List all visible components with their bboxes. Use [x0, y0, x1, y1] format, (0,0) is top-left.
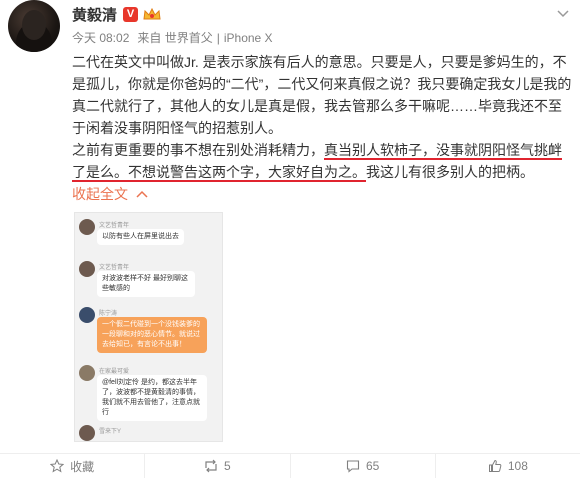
repost-count: 5 [224, 459, 231, 473]
chat-name: 文艺哲青年 [99, 223, 130, 229]
screenshot-image[interactable]: 文艺哲青年 以防有些人在屏里说出去 文艺哲青年 对波波老样不好 最好别聊这些敏感… [74, 212, 223, 442]
post-device: iPhone X [223, 30, 273, 45]
post-meta: 今天 08:02 来自 世界首父 | iPhone X [72, 29, 273, 46]
action-bar: 收藏 5 65 108 [0, 453, 580, 478]
avatar[interactable] [8, 0, 60, 52]
comment-button[interactable]: 65 [289, 454, 435, 478]
post-text: 二代在英文中叫做Jr. 是表示家族有后人的意思。只要是人，只要是爹妈生的，不是孤… [72, 51, 572, 205]
crown-icon [142, 7, 162, 21]
repost-icon [205, 459, 217, 473]
chat-avatar [79, 219, 95, 235]
chat-name: 文艺哲青年 [99, 265, 130, 271]
paragraph-2-end: 我这儿有很多别人的把柄。 [366, 164, 534, 180]
chat-avatar [79, 425, 95, 441]
repost-button[interactable]: 5 [144, 454, 289, 478]
post-time[interactable]: 今天 08:02 [72, 29, 129, 46]
chat-name: 在家最可爱 [99, 369, 130, 375]
comment-count: 65 [365, 459, 380, 473]
chat-avatar [79, 261, 95, 277]
paragraph-1: 二代在英文中叫做Jr. 是表示家族有后人的意思。只要是人，只要是爹妈生的，不是孤… [72, 54, 572, 136]
user-name[interactable]: 黄毅清 [72, 4, 117, 25]
post-source: 来自 世界首父 [137, 31, 213, 45]
comment-icon [346, 460, 359, 473]
chat-bubble: @fell刘定伶 是约，都这去半年了，波波都不提黄毅清的事情，我们就不用去管他了… [97, 375, 207, 421]
collapse-label[interactable]: 收起全文 [72, 186, 128, 202]
chat-avatar [79, 307, 95, 323]
chat-name: 陈宁涛 [99, 311, 118, 317]
weibo-post: 黄毅清 V 今天 08:02 来自 世界首父 | iPhone X 二代在英文中… [0, 0, 580, 478]
chevron-up-icon[interactable] [136, 189, 148, 199]
favorite-button[interactable]: 收藏 [0, 454, 144, 478]
chat-avatar [79, 365, 95, 381]
verified-badge-icon: V [123, 6, 139, 22]
chat-bubble: 以防有些人在屏里说出去 [97, 229, 184, 245]
chat-bubble: 一个假二代碰到一个没钱装爹的一段聊和对的恶心情节。就说过去给知已，有言论不出事！ [97, 317, 207, 353]
paragraph-2-start: 之前有更重要的事不想在别处消耗精力， [72, 142, 324, 158]
thumbs-up-icon [488, 459, 502, 472]
chat-bubble: 对波波老样不好 最好别聊这些敏感的 [97, 271, 195, 297]
paragraph-2: 之前有更重要的事不想在别处消耗精力，真当别人软柿子，没事就阴阳怪气挑衅了是么。不… [72, 139, 572, 183]
user-row: 黄毅清 V [72, 4, 162, 24]
star-icon [50, 459, 65, 473]
chevron-down-icon[interactable] [556, 6, 570, 20]
like-button[interactable]: 108 [434, 454, 580, 478]
chat-name: 雪来下Y [99, 429, 122, 435]
like-count: 108 [507, 459, 528, 473]
expand-link[interactable]: 收起全文 [72, 183, 572, 205]
favorite-label: 收藏 [70, 459, 95, 474]
